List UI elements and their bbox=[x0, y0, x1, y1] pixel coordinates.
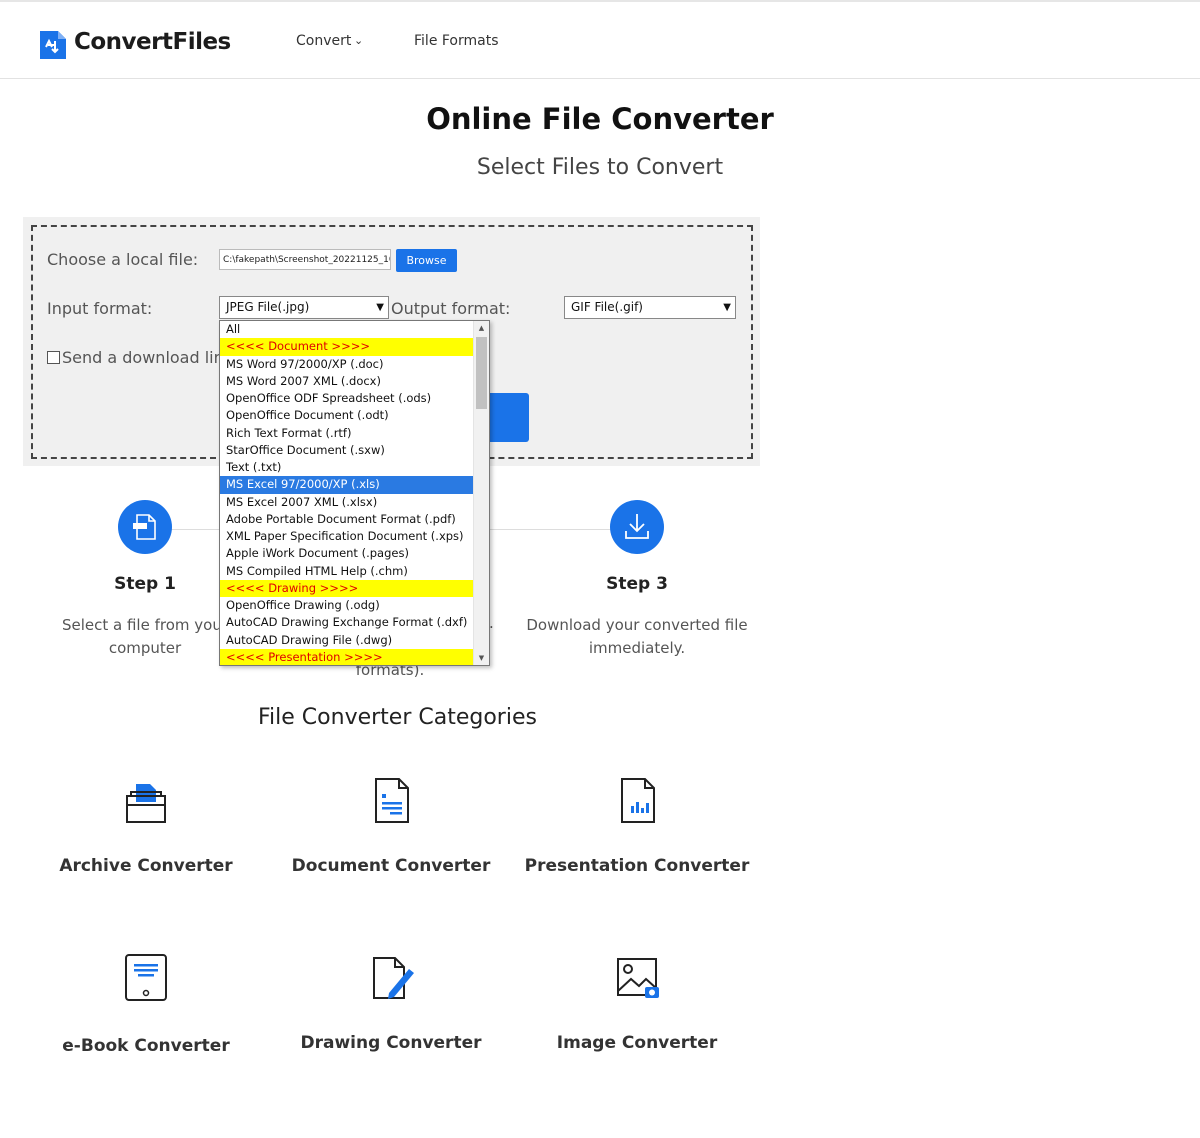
output-format-label: Output format: bbox=[391, 299, 511, 318]
input-format-select[interactable]: JPEG File(.jpg) ▼ bbox=[219, 296, 389, 319]
dropdown-group-header: <<<< Drawing >>>> bbox=[220, 579, 474, 597]
step3-badge bbox=[610, 500, 664, 554]
category-image-converter[interactable]: Image Converter bbox=[517, 1033, 757, 1053]
input-format-value: JPEG File(.jpg) bbox=[226, 300, 310, 314]
category-ebook-converter[interactable]: e-Book Converter bbox=[26, 1036, 266, 1056]
dropdown-option[interactable]: OpenOffice ODF Spreadsheet (.ods) bbox=[220, 390, 474, 407]
step1-description: Select a file from your computer bbox=[61, 616, 229, 657]
categories-heading: File Converter Categories bbox=[258, 705, 537, 730]
site-header: ConvertFiles Convert ⌄ File Formats bbox=[0, 2, 1200, 79]
dropdown-option[interactable]: AutoCAD Drawing Exchange Format (.dxf) bbox=[220, 614, 474, 631]
nav-file-formats[interactable]: File Formats bbox=[414, 33, 499, 49]
category-drawing-converter[interactable]: Drawing Converter bbox=[271, 1033, 511, 1053]
chevron-down-icon[interactable]: ⌄ bbox=[354, 34, 363, 47]
category-document-converter[interactable]: Document Converter bbox=[271, 856, 511, 876]
file-path-input[interactable]: C:\fakepath\Screenshot_20221125_10425 bbox=[219, 249, 391, 270]
dropdown-option[interactable]: AutoCAD Drawing File (.dwg) bbox=[220, 632, 474, 649]
scroll-down-icon[interactable]: ▼ bbox=[474, 651, 489, 665]
send-link-row[interactable]: Send a download link bbox=[47, 348, 233, 367]
image-icon[interactable] bbox=[613, 955, 663, 1005]
dropdown-option[interactable]: OpenOffice Document (.odt) bbox=[220, 407, 474, 424]
chevron-down-icon: ▼ bbox=[376, 302, 384, 313]
page-title: Online File Converter bbox=[426, 102, 774, 136]
dropdown-option[interactable]: XML Paper Specification Document (.xps) bbox=[220, 528, 474, 545]
dropdown-option[interactable]: MS Excel 2007 XML (.xlsx) bbox=[220, 494, 474, 511]
dropdown-option[interactable]: MS Word 2007 XML (.docx) bbox=[220, 373, 474, 390]
nav-convert[interactable]: Convert bbox=[296, 33, 351, 49]
dropdown-option[interactable]: Text (.txt) bbox=[220, 459, 474, 476]
convert-button[interactable] bbox=[488, 393, 529, 442]
dropdown-option[interactable]: OpenOffice Drawing (.odg) bbox=[220, 597, 474, 614]
dropdown-option[interactable]: Adobe Portable Document Format (.pdf) bbox=[220, 511, 474, 528]
document-icon[interactable] bbox=[367, 776, 417, 826]
dropdown-option[interactable]: All bbox=[220, 321, 474, 338]
dropdown-option[interactable]: Rich Text Format (.rtf) bbox=[220, 425, 474, 442]
send-link-checkbox[interactable] bbox=[47, 351, 60, 364]
step3-title: Step 3 bbox=[606, 574, 668, 594]
chevron-down-icon: ▼ bbox=[723, 302, 731, 313]
dropdown-options: All <<<< Document >>>> MS Word 97/2000/XP … bbox=[220, 321, 474, 665]
ebook-icon[interactable] bbox=[121, 952, 171, 1002]
dropdown-scrollbar[interactable]: ▲ ▼ bbox=[473, 321, 489, 665]
browse-button[interactable]: Browse bbox=[396, 249, 457, 272]
page-subtitle: Select Files to Convert bbox=[476, 155, 724, 180]
logo-icon[interactable] bbox=[40, 27, 66, 59]
step1-title: Step 1 bbox=[114, 574, 176, 594]
dropdown-option[interactable]: MS Word 97/2000/XP (.doc) bbox=[220, 356, 474, 373]
dropdown-option[interactable]: Apple iWork Document (.pages) bbox=[220, 545, 474, 562]
archive-icon[interactable] bbox=[121, 778, 171, 828]
dropdown-group-header: <<<< Document >>>> bbox=[220, 338, 474, 356]
send-link-label: Send a download link bbox=[62, 348, 234, 367]
local-file-label: Choose a local file: bbox=[47, 250, 199, 269]
dropdown-option[interactable]: StarOffice Document (.sxw) bbox=[220, 442, 474, 459]
logo-text[interactable]: ConvertFiles bbox=[74, 29, 231, 55]
dropdown-option[interactable]: MS Excel 97/2000/XP (.xls) bbox=[220, 476, 474, 494]
scrollbar-thumb[interactable] bbox=[476, 337, 487, 409]
category-archive-converter[interactable]: Archive Converter bbox=[26, 856, 266, 876]
step3-description: Download your converted file immediately… bbox=[526, 616, 748, 657]
input-format-dropdown-list[interactable]: All <<<< Document >>>> MS Word 97/2000/XP … bbox=[219, 320, 490, 666]
download-icon bbox=[625, 514, 649, 539]
dropdown-option[interactable]: MS Compiled HTML Help (.chm) bbox=[220, 563, 474, 580]
file-icon bbox=[133, 514, 156, 540]
scroll-up-icon[interactable]: ▲ bbox=[474, 321, 489, 335]
drawing-icon[interactable] bbox=[367, 955, 417, 1005]
presentation-icon[interactable] bbox=[613, 776, 663, 826]
step1-badge bbox=[118, 500, 172, 554]
dropdown-group-header: <<<< Presentation >>>> bbox=[220, 648, 474, 665]
output-format-select[interactable]: GIF File(.gif) ▼ bbox=[564, 296, 736, 319]
output-format-value: GIF File(.gif) bbox=[571, 300, 643, 314]
input-format-label: Input format: bbox=[47, 299, 153, 318]
category-presentation-converter[interactable]: Presentation Converter bbox=[517, 856, 757, 876]
